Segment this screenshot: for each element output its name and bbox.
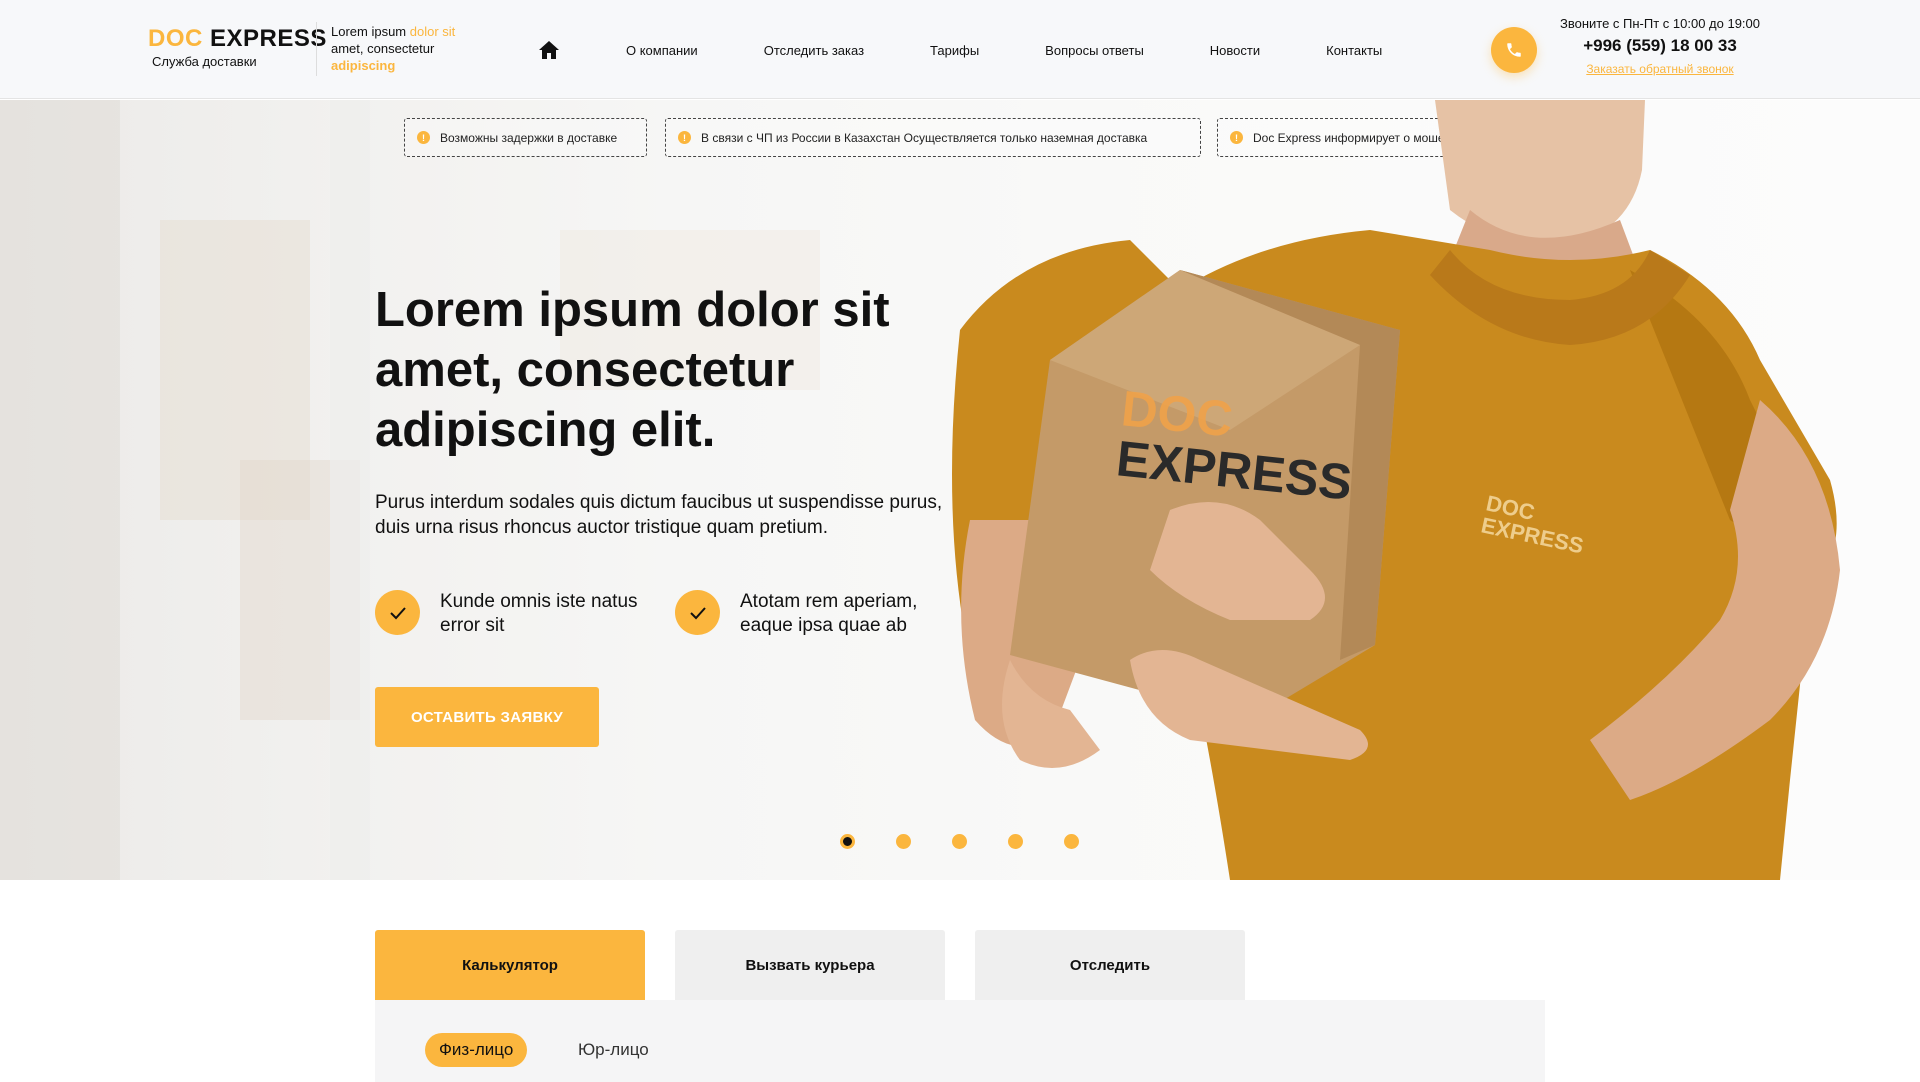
- work-hours: Звоните с Пн-Пт с 10:00 до 19:00: [1559, 16, 1761, 31]
- service-tabs: Калькулятор Вызвать курьера Отследить: [375, 930, 1275, 1000]
- feature-text: Kunde omnis iste natus error sit: [440, 591, 638, 636]
- check-icon: [375, 590, 420, 635]
- slider-dot[interactable]: [1008, 834, 1023, 849]
- site-header: DOC EXPRESS Служба доставки Lorem ipsum …: [0, 0, 1920, 99]
- nav-about[interactable]: О компании: [626, 43, 698, 58]
- check-icon: [675, 590, 720, 635]
- nav-faq[interactable]: Вопросы ответы: [1045, 43, 1144, 58]
- nav-news[interactable]: Новости: [1210, 43, 1260, 58]
- hero-title: Lorem ipsum dolor sit amet, consectetur …: [375, 283, 890, 457]
- slider-dot[interactable]: [952, 834, 967, 849]
- client-type-individual[interactable]: Физ-лицо: [425, 1033, 528, 1067]
- header-tagline: Lorem ipsum dolor sit amet, consectetur …: [331, 24, 456, 73]
- nav-tariffs[interactable]: Тарифы: [930, 43, 979, 58]
- logo-wordmark: DOC EXPRESS: [148, 25, 327, 52]
- feature-item: Kunde omnis iste natus error sit: [375, 590, 640, 638]
- callback-link[interactable]: Заказать обратный звонок: [1586, 62, 1733, 76]
- hero-description: Purus interdum sodales quis dictum fauci…: [375, 492, 943, 538]
- nav-contacts[interactable]: Контакты: [1326, 43, 1382, 58]
- courier-illustration: DOC EXPRESS DOC EXPRESS: [952, 100, 1840, 880]
- slider-dot[interactable]: [1064, 834, 1079, 849]
- header-divider: [316, 22, 317, 76]
- tab-calculator[interactable]: Калькулятор: [375, 930, 645, 1000]
- info-icon: !: [678, 131, 691, 144]
- tab-track[interactable]: Отследить: [975, 930, 1245, 1000]
- submit-request-button[interactable]: ОСТАВИТЬ ЗАЯВКУ: [375, 687, 599, 747]
- hero-section: ! Возможны задержки в доставке ! В связи с…: [0, 100, 1920, 880]
- home-icon[interactable]: [536, 38, 562, 62]
- phone-icon[interactable]: [1491, 27, 1537, 73]
- background-shelf: [330, 100, 370, 880]
- nav-track-order[interactable]: Отследить заказ: [764, 43, 864, 58]
- slider-dot[interactable]: [896, 834, 911, 849]
- feature-item: Atotam rem aperiam, eaque ipsa quae ab: [675, 590, 940, 638]
- phone-number[interactable]: +996 (559) 18 00 33: [1540, 36, 1780, 56]
- slider-dot[interactable]: [840, 834, 855, 849]
- info-icon: !: [417, 131, 430, 144]
- notice-item[interactable]: ! Возможны задержки в доставке: [404, 118, 647, 157]
- contact-block: Звоните с Пн-Пт с 10:00 до 19:00 +996 (5…: [1540, 16, 1780, 78]
- feature-text: Atotam rem aperiam, eaque ipsa quae ab: [740, 591, 918, 636]
- logo-subtitle: Служба доставки: [152, 54, 257, 69]
- client-type-legal[interactable]: Юр-лицо: [578, 1033, 649, 1067]
- logo[interactable]: DOC EXPRESS Служба доставки: [148, 25, 327, 70]
- background-shelf: [0, 100, 120, 880]
- tab-call-courier[interactable]: Вызвать курьера: [675, 930, 945, 1000]
- main-nav: О компании Отследить заказ Тарифы Вопрос…: [536, 38, 1382, 62]
- slider-dots: [840, 834, 1120, 849]
- calculator-panel: Физ-лицо Юр-лицо: [375, 1000, 1545, 1082]
